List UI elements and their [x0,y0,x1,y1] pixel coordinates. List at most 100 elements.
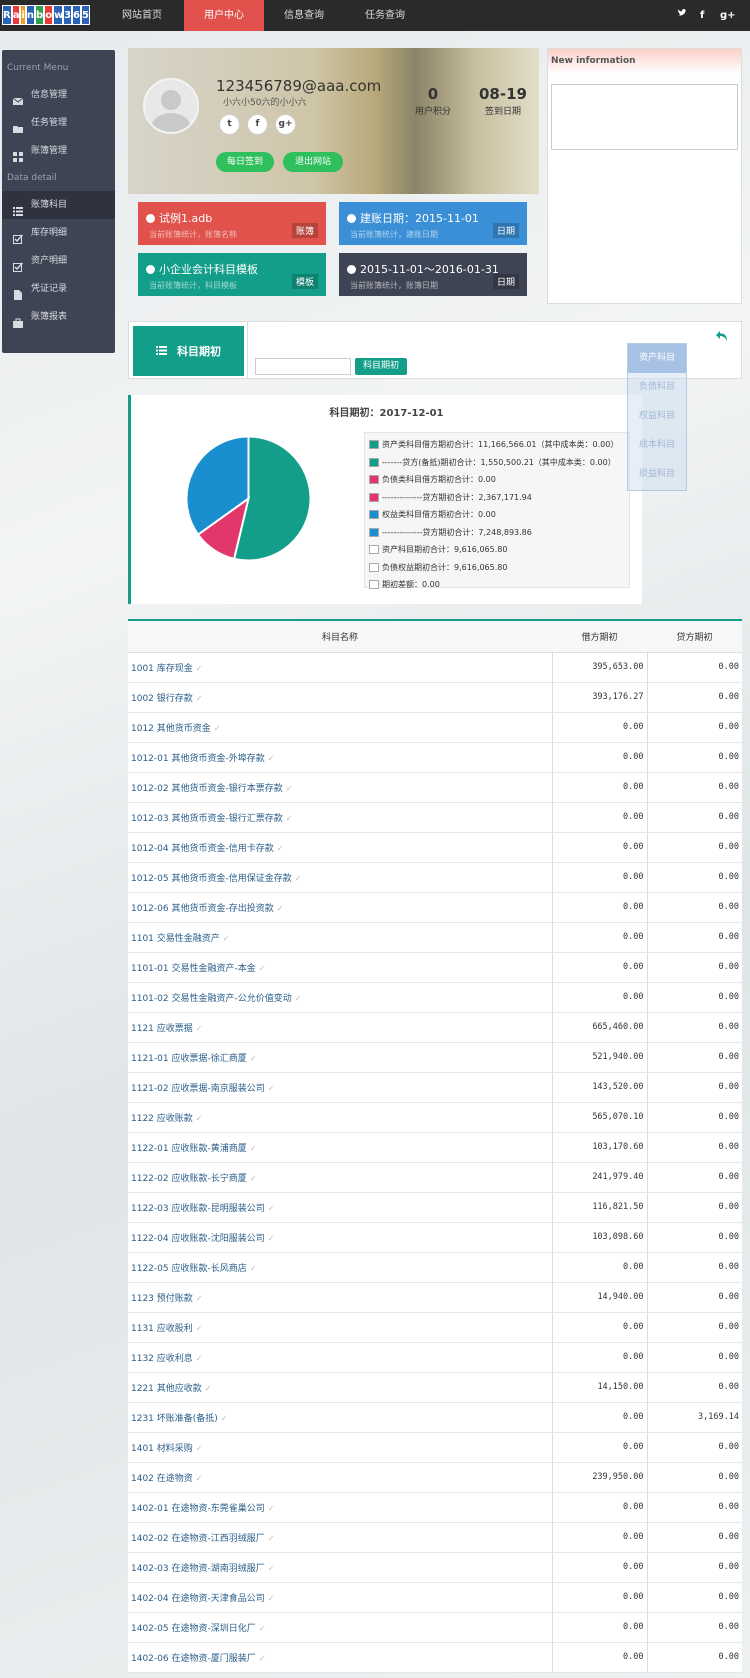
subject-name-cell[interactable]: 1002 银行存款 ✓ [128,682,552,713]
subject-search-input[interactable] [255,358,351,375]
table-row[interactable]: 1402-02 在途物资-江西羽绒服厂 ✓ 0.00 0.00 [128,1522,742,1553]
nav-task-query[interactable]: 任务查询 [345,0,425,31]
subject-category-dropdown[interactable]: 资产科目 负债科目 权益科目 成本科目 损益科目 [627,343,687,491]
table-row[interactable]: 1012-03 其他货币资金-银行汇票存款 ✓ 0.00 0.00 [128,802,742,833]
subject-name-cell[interactable]: 1012-05 其他货币资金-信用保证金存款 ✓ [128,862,552,893]
subject-name-cell[interactable]: 1101 交易性金融资产 ✓ [128,922,552,953]
sidebar-item-reports[interactable]: 账簿报表 [2,303,115,331]
subject-name-cell[interactable]: 1401 材料采购 ✓ [128,1432,552,1463]
table-row[interactable]: 1402-04 在途物资-天津食品公司 ✓ 0.00 0.00 [128,1582,742,1613]
table-row[interactable]: 1402-05 在途物资-深圳日化厂 ✓ 0.00 0.00 [128,1612,742,1643]
subject-name-cell[interactable]: 1012-04 其他货币资金-信用卡存款 ✓ [128,832,552,863]
dropdown-option[interactable]: 成本科目 [628,431,686,460]
table-row[interactable]: 1101-02 交易性金融资产-公允价值变动 ✓ 0.00 0.00 [128,982,742,1013]
sidebar-item-assets[interactable]: 资产明细 [2,247,115,275]
table-row[interactable]: 1122-01 应收账款-黄浦商厦 ✓ 103,170.60 0.00 [128,1132,742,1163]
subject-name-cell[interactable]: 1402-05 在途物资-深圳日化厂 ✓ [128,1612,552,1643]
subject-name-cell[interactable]: 1122-03 应收账款-昆明服装公司 ✓ [128,1192,552,1223]
subject-name-cell[interactable]: 1101-02 交易性金融资产-公允价值变动 ✓ [128,982,552,1013]
logout-button[interactable]: 退出网站 [283,152,343,172]
subject-name-cell[interactable]: 1402-06 在途物资-厦门服装厂 ✓ [128,1642,552,1673]
subject-name-cell[interactable]: 1122-05 应收账款-长风商店 ✓ [128,1252,552,1283]
twitter-icon[interactable]: t [219,114,240,135]
subject-name-cell[interactable]: 1122-04 应收账款-沈阳服装公司 ✓ [128,1222,552,1253]
subject-name-cell[interactable]: 1012-01 其他货币资金-外埠存款 ✓ [128,742,552,773]
sidebar-item-info-manage[interactable]: 信息管理 [2,81,115,109]
table-row[interactable]: 1122-04 应收账款-沈阳服装公司 ✓ 103,098.60 0.00 [128,1222,742,1253]
table-row[interactable]: 1121-02 应收票据-南京服装公司 ✓ 143,520.00 0.00 [128,1072,742,1103]
table-row[interactable]: 1001 库存现金 ✓ 395,653.00 0.00 [128,652,742,683]
subject-name-cell[interactable]: 1132 应收利息 ✓ [128,1342,552,1373]
subject-name-cell[interactable]: 1221 其他应收款 ✓ [128,1372,552,1403]
table-row[interactable]: 1012-05 其他货币资金-信用保证金存款 ✓ 0.00 0.00 [128,862,742,893]
dropdown-option[interactable]: 负债科目 [628,373,686,402]
col-header-debit[interactable]: 借方期初 [552,621,647,653]
google-plus-icon[interactable]: g+ [720,0,736,31]
table-row[interactable]: 1402 在途物资 ✓ 239,950.00 0.00 [128,1462,742,1493]
table-row[interactable]: 1123 预付账款 ✓ 14,940.00 0.00 [128,1282,742,1313]
subject-name-cell[interactable]: 1122-01 应收账款-黄浦商厦 ✓ [128,1132,552,1163]
table-row[interactable]: 1402-01 在途物资-东莞雀巢公司 ✓ 0.00 0.00 [128,1492,742,1523]
table-row[interactable]: 1121 应收票据 ✓ 665,460.00 0.00 [128,1012,742,1043]
subject-name-cell[interactable]: 1012-02 其他货币资金-银行本票存款 ✓ [128,772,552,803]
news-image-placeholder[interactable] [551,84,738,150]
subject-name-cell[interactable]: 1122 应收账款 ✓ [128,1102,552,1133]
tile-period[interactable]: 2015-11-01～2016-01-31 当前账簿统计，账簿日期 日期 [339,253,527,296]
subject-name-cell[interactable]: 1121-02 应收票据-南京服装公司 ✓ [128,1072,552,1103]
subject-name-cell[interactable]: 1012-06 其他货币资金-存出投资款 ✓ [128,892,552,923]
table-row[interactable]: 1221 其他应收款 ✓ 14,150.00 0.00 [128,1372,742,1403]
subject-name-cell[interactable]: 1123 预付账款 ✓ [128,1282,552,1313]
table-row[interactable]: 1101 交易性金融资产 ✓ 0.00 0.00 [128,922,742,953]
table-row[interactable]: 1012-02 其他货币资金-银行本票存款 ✓ 0.00 0.00 [128,772,742,803]
tile-book-date[interactable]: 建账日期：2015-11-01 当前账簿统计，建账日期 日期 [339,202,527,245]
table-row[interactable]: 1101-01 交易性金融资产-本金 ✓ 0.00 0.00 [128,952,742,983]
table-row[interactable]: 1131 应收股利 ✓ 0.00 0.00 [128,1312,742,1343]
subject-name-cell[interactable]: 1402-03 在途物资-湖南羽绒服厂 ✓ [128,1552,552,1583]
subject-name-cell[interactable]: 1131 应收股利 ✓ [128,1312,552,1343]
table-row[interactable]: 1231 坏账准备(备抵) ✓ 0.00 3,169.14 [128,1402,742,1433]
tile-book-name[interactable]: 试例1.adb 当前账簿统计，账簿名称 账簿 [138,202,326,245]
table-row[interactable]: 1122 应收账款 ✓ 565,070.10 0.00 [128,1102,742,1133]
sidebar-item-vouchers[interactable]: 凭证记录 [2,275,115,303]
table-row[interactable]: 1012-06 其他货币资金-存出投资款 ✓ 0.00 0.00 [128,892,742,923]
facebook-icon[interactable]: f [247,114,268,135]
table-row[interactable]: 1122-05 应收账款-长风商店 ✓ 0.00 0.00 [128,1252,742,1283]
col-header-name[interactable]: 科目名称 [128,621,552,653]
daily-sign-button[interactable]: 每日签到 [216,152,274,172]
avatar[interactable] [143,78,199,134]
subject-name-cell[interactable]: 1402-01 在途物资-东莞雀巢公司 ✓ [128,1492,552,1523]
table-row[interactable]: 1012-01 其他货币资金-外埠存款 ✓ 0.00 0.00 [128,742,742,773]
nav-info-query[interactable]: 信息查询 [264,0,344,31]
table-row[interactable]: 1402-03 在途物资-湖南羽绒服厂 ✓ 0.00 0.00 [128,1552,742,1583]
table-row[interactable]: 1121-01 应收票据-徐汇商厦 ✓ 521,940.00 0.00 [128,1042,742,1073]
table-row[interactable]: 1402-06 在途物资-厦门服装厂 ✓ 0.00 0.00 [128,1642,742,1673]
dropdown-option[interactable]: 权益科目 [628,402,686,431]
google-plus-icon[interactable]: g+ [275,114,296,135]
col-header-credit[interactable]: 贷方期初 [647,621,742,653]
nav-user-center[interactable]: 用户中心 [184,0,264,31]
table-row[interactable]: 1012-04 其他货币资金-信用卡存款 ✓ 0.00 0.00 [128,832,742,863]
sidebar-item-book-subjects[interactable]: 账簿科目 [2,191,115,219]
subject-name-cell[interactable]: 1402 在途物资 ✓ [128,1462,552,1493]
dropdown-option[interactable]: 资产科目 [628,344,686,373]
table-row[interactable]: 1122-03 应收账款-昆明服装公司 ✓ 116,821.50 0.00 [128,1192,742,1223]
twitter-icon[interactable] [677,0,687,31]
subject-name-cell[interactable]: 1121 应收票据 ✓ [128,1012,552,1043]
table-row[interactable]: 1122-02 应收账款-长宁商厦 ✓ 241,979.40 0.00 [128,1162,742,1193]
back-icon[interactable] [715,330,729,346]
subject-name-cell[interactable]: 1402-04 在途物资-天津食品公司 ✓ [128,1582,552,1613]
subject-name-cell[interactable]: 1101-01 交易性金融资产-本金 ✓ [128,952,552,983]
subject-name-cell[interactable]: 1012 其他货币资金 ✓ [128,712,552,743]
subject-name-cell[interactable]: 1231 坏账准备(备抵) ✓ [128,1402,552,1433]
subject-name-cell[interactable]: 1012-03 其他货币资金-银行汇票存款 ✓ [128,802,552,833]
sidebar-item-task-manage[interactable]: 任务管理 [2,109,115,137]
subject-name-cell[interactable]: 1402-02 在途物资-江西羽绒服厂 ✓ [128,1522,552,1553]
table-row[interactable]: 1401 材料采购 ✓ 0.00 0.00 [128,1432,742,1463]
table-row[interactable]: 1012 其他货币资金 ✓ 0.00 0.00 [128,712,742,743]
facebook-icon[interactable]: f [700,0,704,31]
subject-opening-button[interactable]: 科目期初 [355,358,407,375]
sidebar-item-inventory[interactable]: 库存明细 [2,219,115,247]
tile-template[interactable]: 小企业会计科目模板 当前账簿统计，科目模板 模板 [138,253,326,296]
dropdown-option[interactable]: 损益科目 [628,460,686,489]
subject-name-cell[interactable]: 1121-01 应收票据-徐汇商厦 ✓ [128,1042,552,1073]
